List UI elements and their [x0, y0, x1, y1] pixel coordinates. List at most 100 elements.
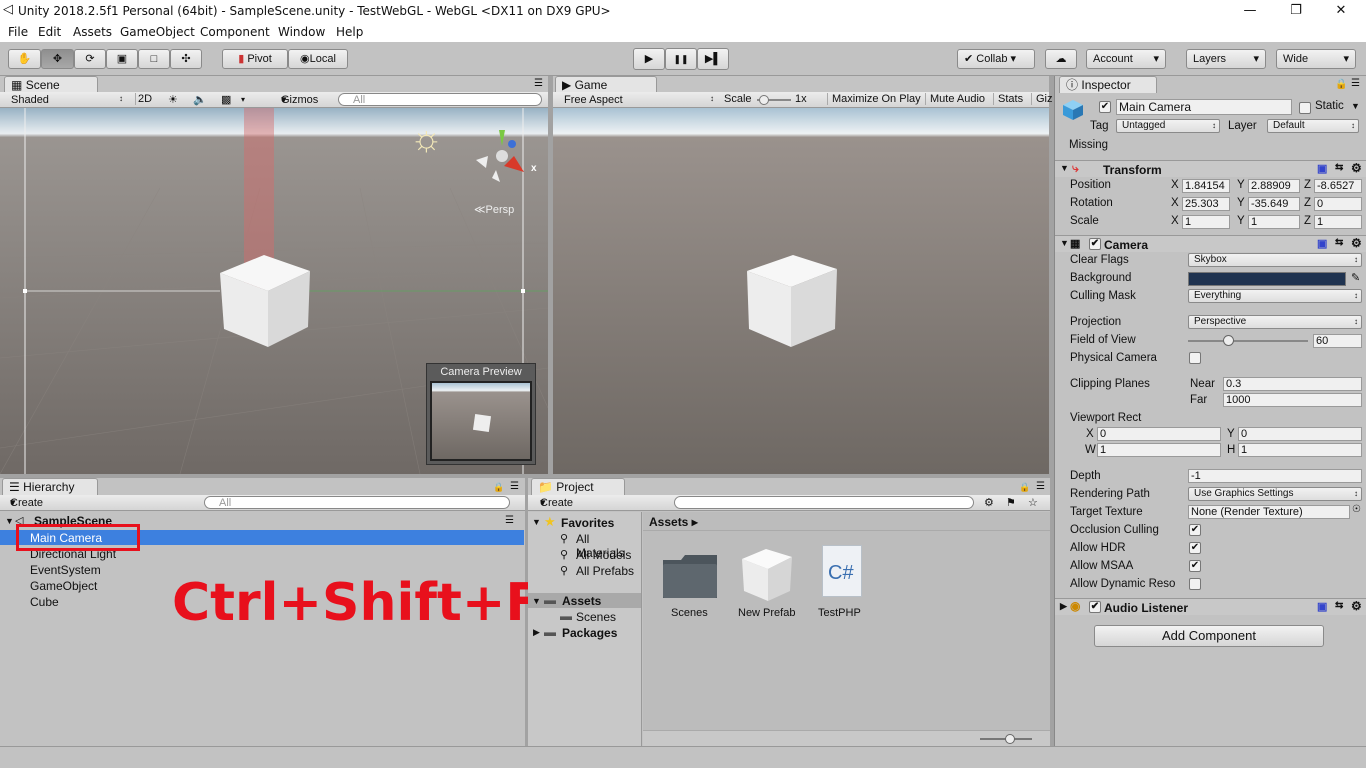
lock-icon[interactable]: 🔒	[1335, 79, 1347, 90]
asset-scenes-label[interactable]: Scenes	[671, 607, 708, 619]
layer-dropdown[interactable]: Default	[1267, 119, 1359, 133]
fov-input[interactable]: 60	[1313, 334, 1362, 348]
scene-search-input[interactable]: All	[338, 93, 542, 106]
2d-toggle[interactable]: 2D	[135, 93, 152, 105]
restore-icon[interactable]: ❐	[1283, 2, 1309, 20]
position-x-input[interactable]: 1.84154	[1182, 179, 1230, 193]
breadcrumb[interactable]: Assets ▸	[649, 515, 698, 529]
lock-icon[interactable]: 🔒	[1019, 482, 1030, 493]
prefab-icon[interactable]	[738, 545, 796, 605]
scale-slider-thumb[interactable]	[759, 95, 769, 105]
account-dropdown[interactable]: Account ▾	[1086, 49, 1166, 69]
help-icon[interactable]: ▣	[1317, 237, 1327, 250]
rendering-path-dropdown[interactable]: Use Graphics Settings	[1188, 487, 1362, 501]
help-icon[interactable]: ▣	[1317, 162, 1327, 175]
chevron-down-icon[interactable]: ▾	[241, 95, 245, 104]
object-name-input[interactable]: Main Camera	[1116, 99, 1292, 115]
scene-view[interactable]: ☼ x ≪Persp Camera Preview	[0, 108, 548, 474]
tab-scene[interactable]: ▦ Scene	[4, 76, 98, 93]
help-icon[interactable]: ▣	[1317, 600, 1327, 613]
eyedropper-icon[interactable]: ✎	[1351, 271, 1360, 284]
pivot-button[interactable]: ▮ Pivot	[222, 49, 288, 69]
projection-dropdown[interactable]: Perspective	[1188, 315, 1362, 329]
fov-slider-thumb[interactable]	[1222, 335, 1234, 346]
rotation-z-input[interactable]: 0	[1314, 197, 1362, 211]
hand-tool-icon[interactable]: ✋	[8, 49, 41, 69]
allow-msaa-checkbox[interactable]: ✔	[1189, 560, 1201, 572]
maximize-on-play-toggle[interactable]: Maximize On Play	[827, 93, 921, 105]
active-checkbox[interactable]: ✔	[1099, 101, 1111, 113]
cloud-button[interactable]: ☁	[1045, 49, 1077, 69]
tab-inspector[interactable]: ⓘ Inspector	[1059, 76, 1157, 93]
orientation-gizmo[interactable]	[468, 126, 540, 188]
clear-flags-dropdown[interactable]: Skybox	[1188, 253, 1362, 267]
viewport-w-input[interactable]: 1	[1097, 443, 1221, 457]
project-search-input[interactable]	[674, 496, 974, 509]
panel-menu-icon[interactable]: ☰	[1036, 481, 1045, 492]
allow-dynamic-resolution-checkbox[interactable]	[1189, 578, 1201, 590]
step-button[interactable]: ▶▌	[697, 48, 729, 70]
chevron-right-icon[interactable]: ▶	[533, 627, 540, 638]
local-button[interactable]: ◉Local	[288, 49, 348, 69]
menu-window[interactable]: Window	[278, 25, 325, 39]
object-picker-icon[interactable]: ☉	[1352, 504, 1361, 515]
viewport-y-input[interactable]: 0	[1238, 427, 1362, 441]
collab-dropdown[interactable]: ✔ Collab ▾	[957, 49, 1035, 69]
preset-icon[interactable]: ⇆	[1335, 600, 1343, 611]
viewport-h-input[interactable]: 1	[1238, 443, 1362, 457]
scale-x-input[interactable]: 1	[1182, 215, 1230, 229]
allow-hdr-checkbox[interactable]: ✔	[1189, 542, 1201, 554]
scene-menu-icon[interactable]: ☰	[505, 515, 514, 526]
asset-testphp-label[interactable]: TestPHP	[818, 607, 861, 619]
near-input[interactable]: 0.3	[1223, 377, 1362, 391]
panel-menu-icon[interactable]: ☰	[510, 481, 519, 492]
position-z-input[interactable]: -8.6527	[1314, 179, 1362, 193]
scenes-folder-label[interactable]: Scenes	[576, 610, 616, 624]
favorite-all-models[interactable]: All Models	[576, 548, 631, 562]
hierarchy-search-input[interactable]: All	[204, 496, 510, 509]
menu-help[interactable]: Help	[336, 25, 363, 39]
packages-folder-label[interactable]: Packages	[562, 626, 617, 640]
scale-z-input[interactable]: 1	[1314, 215, 1362, 229]
physical-camera-checkbox[interactable]	[1189, 352, 1201, 364]
rect-tool-icon[interactable]: □	[138, 49, 170, 69]
csharp-script-icon[interactable]: C#	[822, 545, 862, 597]
static-checkbox[interactable]	[1299, 102, 1311, 114]
rotation-x-input[interactable]: 25.303	[1182, 197, 1230, 211]
aspect-dropdown[interactable]: Free Aspect	[559, 93, 717, 107]
rotate-tool-icon[interactable]: ⟳	[74, 49, 106, 69]
assets-folder-label[interactable]: Assets	[562, 594, 601, 608]
menu-file[interactable]: File	[8, 25, 28, 39]
menu-component[interactable]: Component	[200, 25, 270, 39]
persp-label[interactable]: ≪Persp	[474, 203, 514, 216]
favorite-star-icon[interactable]: ☆	[1028, 496, 1038, 509]
tab-hierarchy[interactable]: ☰ Hierarchy	[2, 478, 98, 495]
pause-button[interactable]: ❚❚	[665, 48, 697, 70]
camera-header[interactable]: ▼ ▦ ✔ Camera ▣ ⇆ ⚙	[1055, 235, 1366, 252]
camera-enabled-checkbox[interactable]: ✔	[1089, 238, 1101, 250]
rotation-y-input[interactable]: -35.649	[1248, 197, 1300, 211]
lighting-icon[interactable]: ☀	[168, 93, 178, 106]
audio-listener-checkbox[interactable]: ✔	[1089, 601, 1101, 613]
viewport-x-input[interactable]: 0	[1097, 427, 1221, 441]
game-view[interactable]	[553, 108, 1049, 474]
menu-gameobject[interactable]: GameObject	[120, 25, 195, 39]
layout-dropdown[interactable]: Wide ▾	[1276, 49, 1356, 69]
target-texture-field[interactable]: None (Render Texture)	[1188, 505, 1350, 519]
tag-dropdown[interactable]: Untagged	[1116, 119, 1220, 133]
preset-icon[interactable]: ⇆	[1335, 162, 1343, 173]
audio-icon[interactable]: 🔈	[193, 93, 207, 106]
depth-input[interactable]: -1	[1188, 469, 1362, 483]
tab-project[interactable]: 📁 Project	[531, 478, 625, 495]
hierarchy-create-dropdown[interactable]: Create ▾	[10, 496, 43, 509]
lock-icon[interactable]: 🔒	[493, 482, 504, 493]
mute-audio-toggle[interactable]: Mute Audio	[925, 93, 985, 105]
directional-light-icon[interactable]: ☼	[410, 120, 443, 156]
chevron-down-icon[interactable]: ▼	[5, 516, 14, 526]
transform-header[interactable]: ▼ ⤷ Transform ▣ ⇆ ⚙	[1055, 160, 1366, 177]
scale-y-input[interactable]: 1	[1248, 215, 1300, 229]
position-y-input[interactable]: 2.88909	[1248, 179, 1300, 193]
asset-new-prefab-label[interactable]: New Prefab	[738, 607, 795, 619]
favorite-all-prefabs[interactable]: All Prefabs	[576, 564, 634, 578]
move-tool-icon[interactable]: ✥	[41, 49, 74, 69]
